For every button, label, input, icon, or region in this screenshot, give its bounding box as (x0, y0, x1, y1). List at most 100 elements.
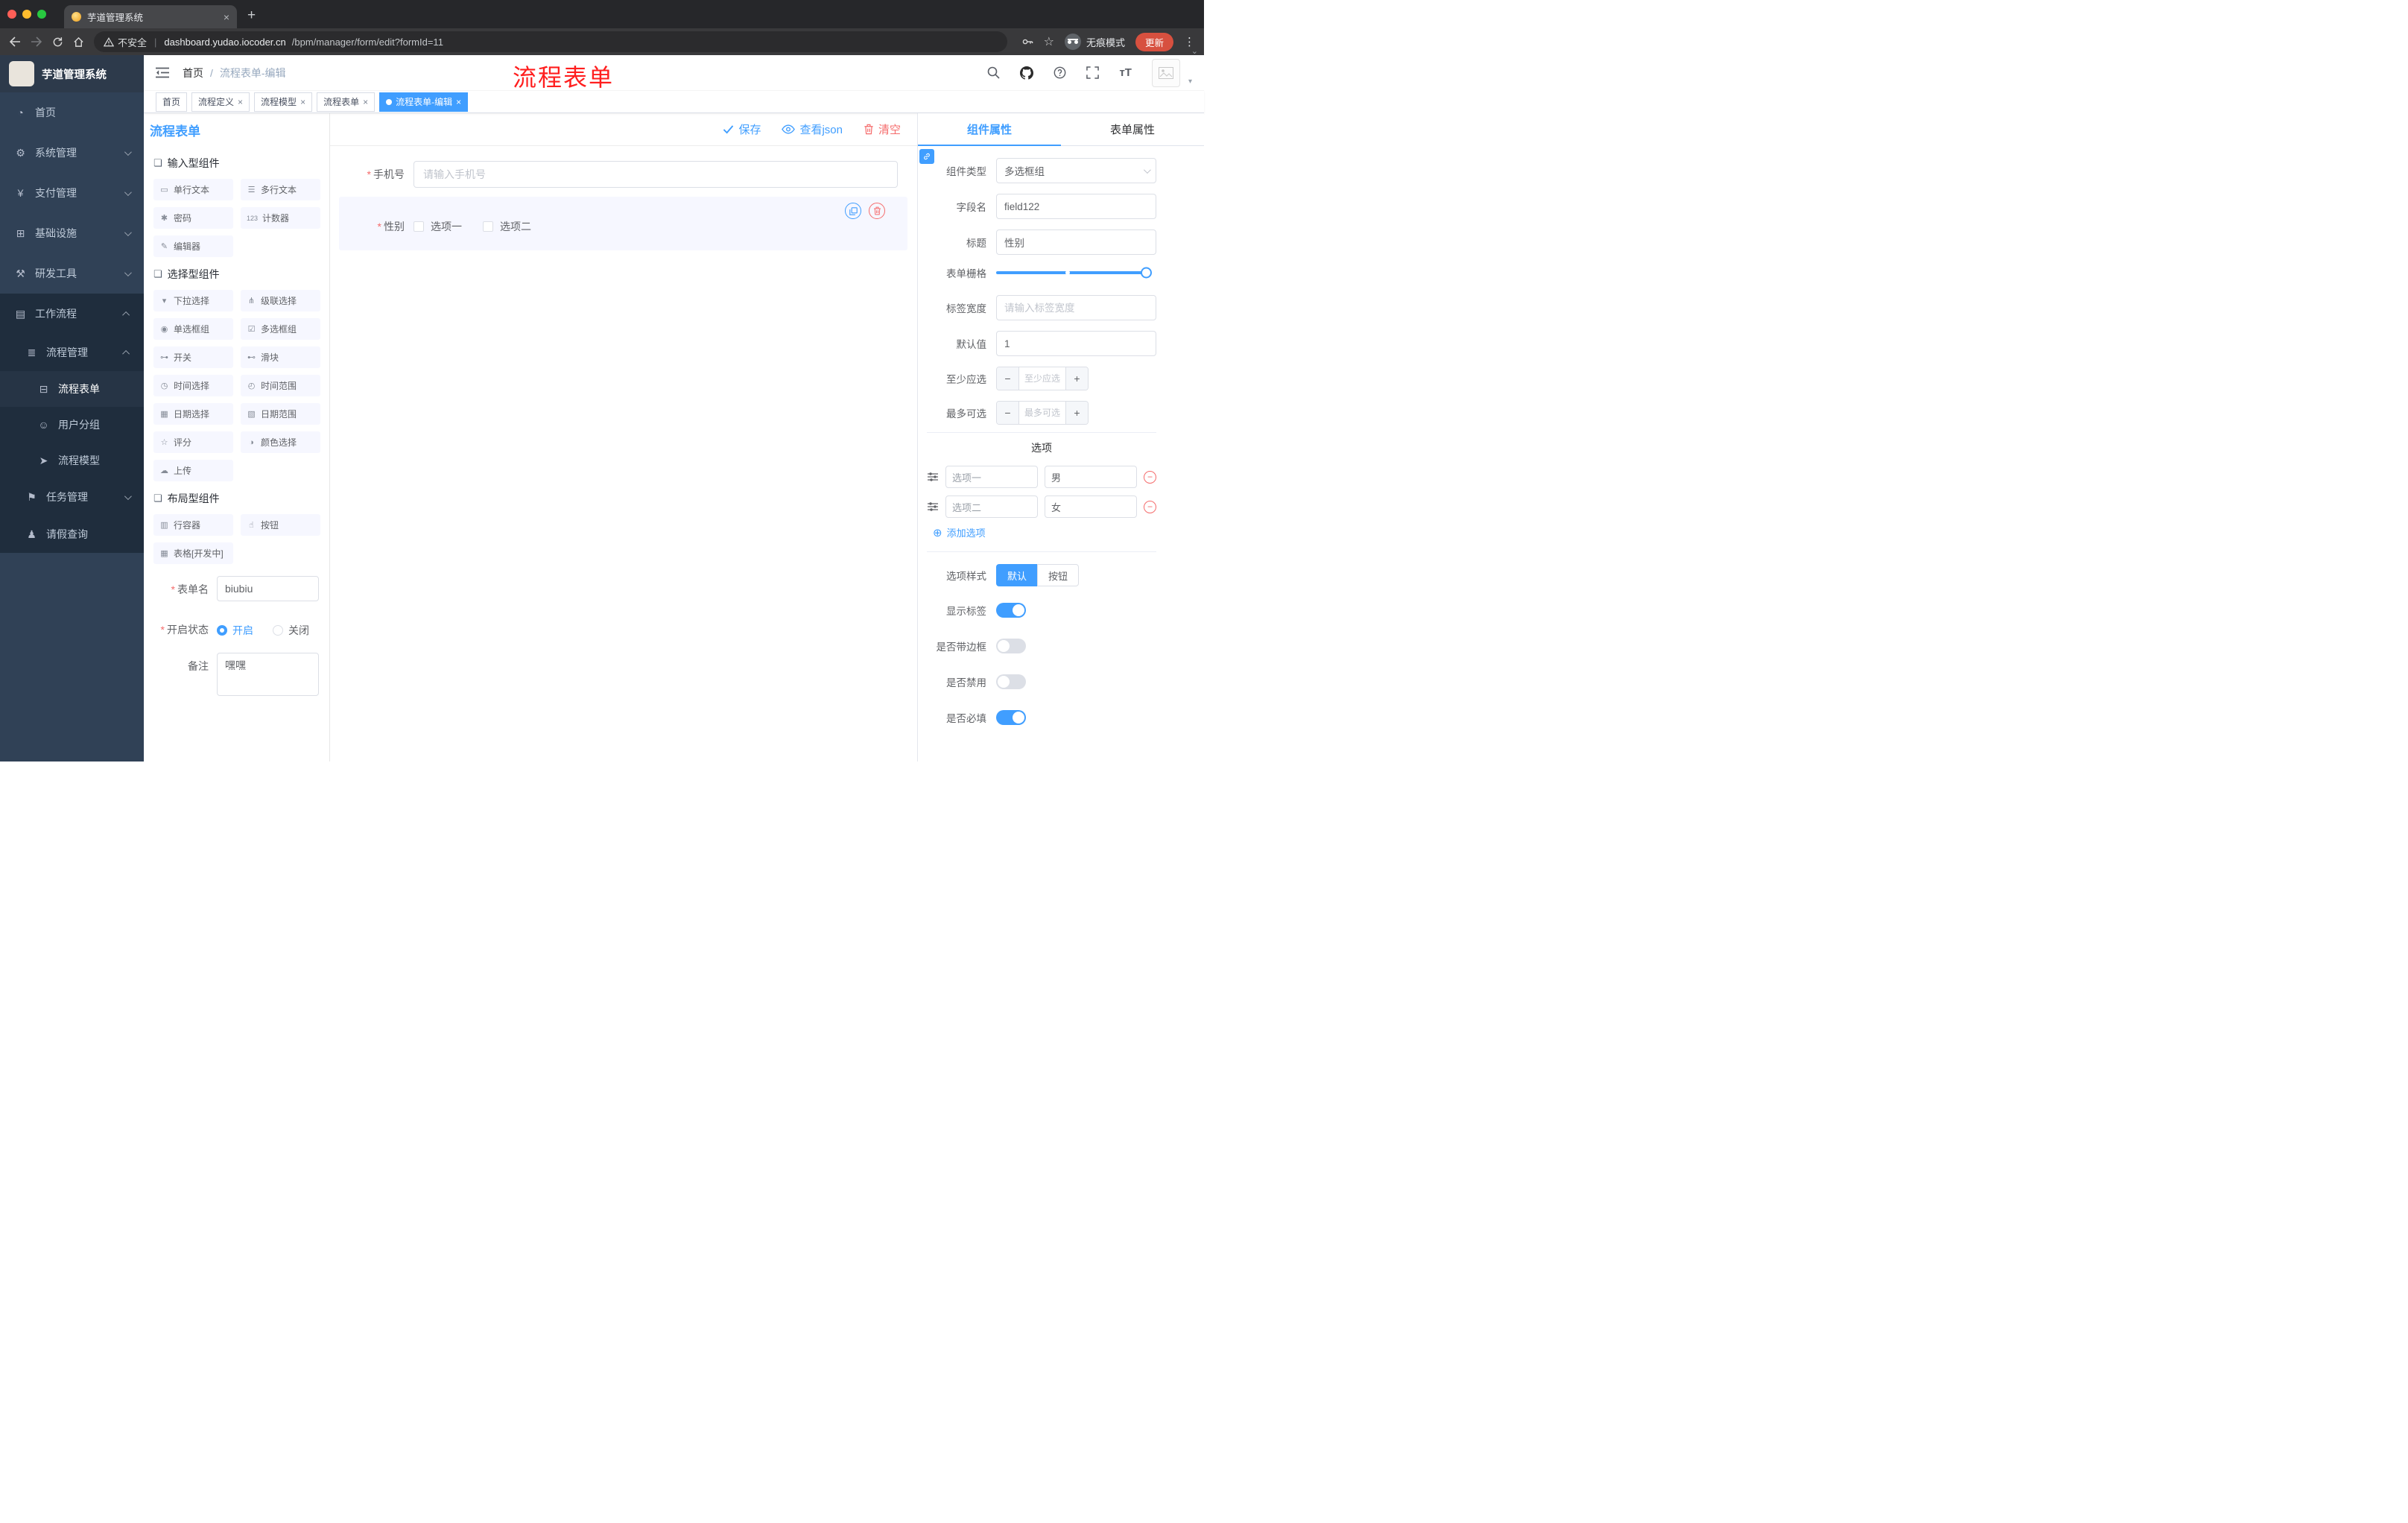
clear-button[interactable]: 清空 (864, 121, 901, 137)
palette-item-counter[interactable]: 123 计数器 (241, 207, 320, 229)
style-default-button[interactable]: 默认 (996, 564, 1038, 586)
palette-item-time-picker[interactable]: ◷ 时间选择 (153, 375, 233, 396)
user-menu-caret-icon[interactable]: ▾ (1188, 77, 1192, 87)
tag-process-form-edit[interactable]: 流程表单-编辑 × (379, 92, 469, 112)
tag-close-icon[interactable]: × (238, 97, 243, 107)
fullscreen-icon[interactable] (1086, 66, 1100, 79)
palette-item-button[interactable]: ☝ 按钮 (241, 514, 320, 536)
security-warning-icon[interactable]: 不安全 (104, 35, 147, 49)
palette-item-date-range[interactable]: ▧ 日期范围 (241, 403, 320, 425)
tab-component-props[interactable]: 组件属性 (918, 113, 1061, 146)
sidebar-item-workflow[interactable]: ▤ 工作流程 (0, 294, 144, 334)
bookmark-star-icon[interactable]: ☆ (1044, 34, 1054, 49)
status-radio-off[interactable]: 关闭 (273, 623, 309, 638)
tag-close-icon[interactable]: × (363, 97, 368, 107)
required-switch[interactable] (996, 710, 1026, 725)
window-zoom-button[interactable] (37, 10, 46, 19)
delete-widget-button[interactable] (869, 203, 885, 219)
field-name-input[interactable] (996, 194, 1156, 219)
sidebar-item-payment-mgmt[interactable]: ¥ 支付管理 (0, 173, 144, 213)
component-type-select[interactable]: 多选框组 (996, 158, 1156, 183)
sidebar-item-dev-tools[interactable]: ⚒ 研发工具 (0, 253, 144, 294)
sidebar-item-user-groups[interactable]: ☺ 用户分组 (0, 407, 144, 443)
password-key-icon[interactable] (1021, 36, 1033, 48)
back-icon[interactable] (9, 37, 21, 47)
option-name-input[interactable] (945, 466, 1038, 488)
label-width-input[interactable] (996, 295, 1156, 320)
new-tab-button[interactable]: + (247, 7, 256, 24)
reload-icon[interactable] (52, 37, 63, 48)
copy-widget-button[interactable] (845, 203, 861, 219)
palette-item-row-container[interactable]: ▥ 行容器 (153, 514, 233, 536)
disabled-switch[interactable] (996, 674, 1026, 689)
increment-button[interactable]: + (1065, 367, 1088, 390)
save-button[interactable]: 保存 (723, 121, 761, 137)
palette-item-multi-line-text[interactable]: ☰ 多行文本 (241, 179, 320, 200)
decrement-button[interactable]: − (997, 402, 1019, 424)
home-icon[interactable] (73, 37, 84, 48)
remove-option-button[interactable]: − (1144, 500, 1156, 513)
palette-item-rate[interactable]: ☆ 评分 (153, 431, 233, 453)
sidebar-collapse-icon[interactable] (156, 67, 169, 78)
github-icon[interactable] (1020, 66, 1034, 80)
canvas-field-gender-selected[interactable]: * 性别 选项一 选项二 (339, 197, 907, 250)
palette-item-color-picker[interactable]: ◑ 颜色选择 (241, 431, 320, 453)
sidebar-item-task-mgmt[interactable]: ⚑ 任务管理 (0, 478, 144, 516)
option-value-input[interactable] (1045, 495, 1137, 518)
palette-item-upload[interactable]: ☁ 上传 (153, 460, 233, 481)
option-value-input[interactable] (1045, 466, 1137, 488)
min-select-input[interactable] (1019, 367, 1065, 390)
title-input[interactable] (996, 229, 1156, 255)
drag-handle-icon[interactable] (927, 501, 939, 513)
tag-process-definition[interactable]: 流程定义 × (191, 92, 250, 112)
form-name-input[interactable] (217, 576, 319, 601)
palette-item-time-range[interactable]: ◴ 时间范围 (241, 375, 320, 396)
add-option-button[interactable]: ⊕ 添加选项 (933, 525, 1156, 539)
palette-item-switch[interactable]: ⊶ 开关 (153, 346, 233, 368)
palette-item-table[interactable]: ▦ 表格[开发中] (153, 542, 233, 564)
slider-handle[interactable] (1141, 267, 1152, 279)
tag-process-model[interactable]: 流程模型 × (254, 92, 313, 112)
sidebar-item-process-form[interactable]: ⊟ 流程表单 (0, 371, 144, 407)
sidebar-item-home[interactable]: ◔ 首页 (0, 92, 144, 133)
sidebar-item-process-model[interactable]: ➤ 流程模型 (0, 443, 144, 478)
view-json-button[interactable]: 查看json (782, 121, 843, 137)
tag-close-icon[interactable]: × (456, 97, 461, 107)
sidebar-item-infrastructure[interactable]: ⊞ 基础设施 (0, 213, 144, 253)
phone-input[interactable] (414, 161, 898, 188)
increment-button[interactable]: + (1065, 402, 1088, 424)
show-label-switch[interactable] (996, 603, 1026, 618)
form-remark-textarea[interactable]: 嘿嘿 (217, 653, 319, 696)
gender-option-1-checkbox[interactable]: 选项一 (414, 219, 462, 234)
component-link-icon[interactable] (919, 149, 934, 164)
option-name-input[interactable] (945, 495, 1038, 518)
tag-process-form[interactable]: 流程表单 × (317, 92, 376, 112)
palette-item-dropdown-select[interactable]: ▾ 下拉选择 (153, 290, 233, 311)
tag-close-icon[interactable]: × (300, 97, 305, 107)
palette-item-password[interactable]: ✱ 密码 (153, 207, 233, 229)
border-switch[interactable] (996, 639, 1026, 653)
sidebar-item-process-mgmt[interactable]: ≣ 流程管理 (0, 334, 144, 371)
breadcrumb-home[interactable]: 首页 (183, 66, 203, 80)
palette-item-radio-group[interactable]: ◉ 单选框组 (153, 318, 233, 340)
sidebar-item-leave-query[interactable]: ♟ 请假查询 (0, 516, 144, 553)
palette-item-editor[interactable]: ✎ 编辑器 (153, 235, 233, 257)
style-button-button[interactable]: 按钮 (1037, 564, 1080, 586)
drag-handle-icon[interactable] (927, 471, 939, 483)
palette-item-slider[interactable]: ⊷ 滑块 (241, 346, 320, 368)
palette-item-date-picker[interactable]: ▦ 日期选择 (153, 403, 233, 425)
toolbar-overflow-chevron-icon[interactable]: ⌄ (1191, 46, 1198, 56)
font-size-icon[interactable]: ᴛT (1119, 66, 1132, 79)
sidebar-item-system-mgmt[interactable]: ⚙ 系统管理 (0, 133, 144, 173)
address-bar[interactable]: 不安全 | dashboard.yudao.iocoder.cn/bpm/man… (94, 31, 1007, 52)
palette-item-checkbox-group[interactable]: ☑ 多选框组 (241, 318, 320, 340)
canvas-field-phone[interactable]: * 手机号 (339, 161, 907, 188)
browser-tab[interactable]: 芋道管理系统 × (64, 5, 237, 28)
help-icon[interactable] (1054, 66, 1066, 79)
user-avatar[interactable] (1151, 58, 1180, 87)
window-minimize-button[interactable] (22, 10, 31, 19)
palette-item-single-line-text[interactable]: ▭ 单行文本 (153, 179, 233, 200)
search-icon[interactable] (987, 66, 1001, 79)
window-close-button[interactable] (7, 10, 16, 19)
tag-home[interactable]: 首页 (156, 92, 188, 112)
